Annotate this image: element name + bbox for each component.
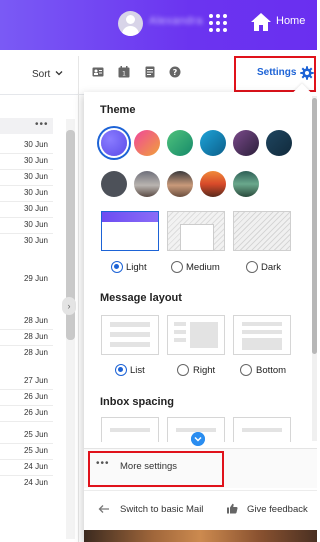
- divider: [0, 389, 53, 390]
- theme-swatch-green[interactable]: [167, 130, 193, 156]
- theme-medium-radio[interactable]: [171, 261, 183, 273]
- list-item-date[interactable]: 26 Jun: [22, 408, 48, 417]
- divider: [0, 475, 53, 476]
- list-item-date[interactable]: 30 Jun: [22, 172, 48, 181]
- divider: [0, 153, 53, 154]
- theme-swatch-purple[interactable]: [101, 130, 127, 156]
- username[interactable]: Alexandra: [149, 15, 203, 29]
- list-item-date[interactable]: 27 Jun: [22, 376, 48, 385]
- divider: [0, 443, 53, 444]
- theme-light-preview[interactable]: [101, 211, 159, 251]
- layout-bottom-radio[interactable]: [240, 364, 252, 376]
- theme-swatch-mountain[interactable]: [134, 171, 160, 197]
- divider: [0, 405, 53, 406]
- theme-title: Theme: [100, 104, 136, 116]
- theme-swatch-forest[interactable]: [233, 171, 259, 197]
- divider: [0, 421, 53, 422]
- avatar-body: [122, 26, 139, 36]
- notepad-icon[interactable]: [144, 66, 156, 78]
- avatar-head: [126, 15, 135, 24]
- theme-dark-label: Dark: [261, 262, 282, 273]
- apps-grid-icon[interactable]: [209, 14, 227, 32]
- divider: [0, 233, 53, 234]
- divider: [0, 459, 53, 460]
- theme-swatch-desert[interactable]: [167, 171, 193, 197]
- calendar-icon[interactable]: 1: [118, 66, 130, 78]
- help-icon[interactable]: ?: [169, 66, 181, 78]
- layout-list-label: List: [130, 365, 145, 376]
- message-layout-title: Message layout: [100, 292, 182, 304]
- spacing-option-3[interactable]: [233, 417, 291, 442]
- theme-swatch-canyon[interactable]: [200, 171, 226, 197]
- mail-window: Alexandra Home Sort 1 ? Settings ••• 30 …: [0, 0, 317, 542]
- list-item-date[interactable]: 24 Jun: [22, 462, 48, 471]
- theme-swatch-slate[interactable]: [101, 171, 127, 197]
- theme-swatch-navy[interactable]: [266, 130, 292, 156]
- avatar[interactable]: [118, 11, 143, 36]
- list-item-date[interactable]: 30 Jun: [22, 204, 48, 213]
- column-divider: [78, 56, 79, 542]
- divider: [0, 185, 53, 186]
- divider: [0, 217, 53, 218]
- inbox-spacing-title: Inbox spacing: [100, 396, 174, 408]
- list-item-date[interactable]: 26 Jun: [22, 392, 48, 401]
- home-icon[interactable]: [250, 12, 272, 32]
- theme-light-radio[interactable]: [111, 261, 123, 273]
- layout-right-radio[interactable]: [177, 364, 189, 376]
- theme-dark-preview[interactable]: [233, 211, 291, 251]
- svg-text:?: ?: [173, 68, 178, 77]
- panel-scrollbar-thumb[interactable]: [312, 98, 317, 354]
- layout-right-label: Right: [193, 365, 216, 376]
- list-item-date[interactable]: 30 Jun: [22, 188, 48, 197]
- collapse-panel-button[interactable]: ›: [62, 297, 76, 315]
- divider: [0, 169, 53, 170]
- theme-swatch-sunset[interactable]: [134, 130, 160, 156]
- list-item-date[interactable]: 28 Jun: [22, 316, 48, 325]
- theme-swatch-plum[interactable]: [233, 130, 259, 156]
- background-image-strip: [84, 530, 317, 542]
- list-item-date[interactable]: 30 Jun: [22, 156, 48, 165]
- layout-list-preview[interactable]: [101, 315, 159, 355]
- layout-bottom-label: Bottom: [256, 365, 287, 376]
- theme-medium-preview[interactable]: [167, 211, 225, 251]
- give-feedback-link[interactable]: Give feedback: [247, 504, 308, 515]
- divider: [0, 201, 53, 202]
- layout-list-radio[interactable]: [115, 364, 127, 376]
- spacing-option-1[interactable]: [101, 417, 159, 442]
- theme-light-label: Light: [126, 262, 147, 273]
- list-item-date[interactable]: 30 Jun: [22, 236, 48, 245]
- list-item-date[interactable]: 30 Jun: [22, 140, 48, 149]
- more-settings-highlight-box: [88, 451, 224, 487]
- list-item-date[interactable]: 24 Jun: [22, 478, 48, 487]
- chevron-down-icon[interactable]: [55, 69, 63, 77]
- svg-text:1: 1: [122, 71, 126, 78]
- list-item-date[interactable]: 28 Jun: [22, 332, 48, 341]
- list-item-date[interactable]: 25 Jun: [22, 446, 48, 455]
- theme-dark-radio[interactable]: [246, 261, 258, 273]
- contacts-icon[interactable]: [92, 66, 104, 78]
- switch-basic-mail-link[interactable]: Switch to basic Mail: [120, 504, 203, 515]
- scroll-down-icon[interactable]: [191, 432, 205, 446]
- layout-bottom-preview[interactable]: [233, 315, 291, 355]
- sort-button[interactable]: Sort: [32, 69, 50, 80]
- thumbs-up-icon[interactable]: [226, 503, 238, 514]
- home-link[interactable]: Home: [276, 15, 305, 27]
- theme-medium-label: Medium: [186, 262, 220, 273]
- theme-swatch-teal[interactable]: [200, 130, 226, 156]
- layout-right-preview[interactable]: [167, 315, 225, 355]
- list-item-date[interactable]: 30 Jun: [22, 220, 48, 229]
- arrow-left-icon[interactable]: [98, 504, 110, 514]
- list-item-date[interactable]: 28 Jun: [22, 348, 48, 357]
- divider: [0, 329, 53, 330]
- divider: [0, 345, 53, 346]
- list-item-date[interactable]: 29 Jun: [22, 274, 48, 283]
- list-item-date[interactable]: 25 Jun: [22, 430, 48, 439]
- more-options-icon[interactable]: •••: [35, 119, 49, 130]
